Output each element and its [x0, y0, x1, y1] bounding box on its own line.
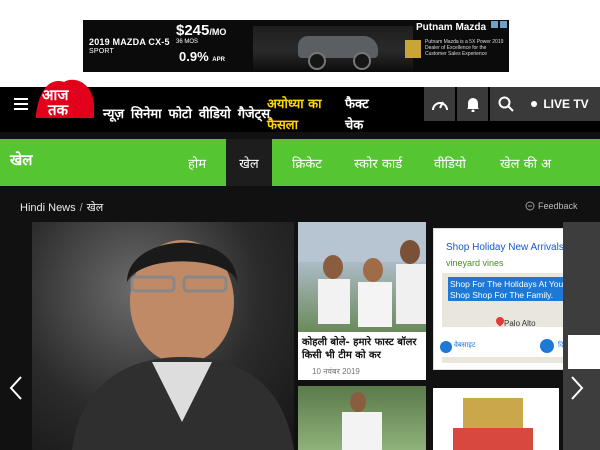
ad-dealer-sub: Putnam Mazda is a 5X Power 2019 Dealer o… [425, 39, 504, 57]
ad-price: $245/MO 36 MOS [176, 22, 227, 45]
nav-links: न्यूज़ सिनेमा फोटो वीडियो गैजेट्स [103, 104, 270, 122]
news-card-3-image[interactable] [433, 388, 559, 450]
nav-ayodhya[interactable]: अयोध्या का फैसला [267, 94, 337, 136]
directions-icon[interactable] [540, 339, 554, 353]
mazda-ad-banner[interactable]: 2019 MAZDA CX-5 SPORT $245/MO 36 MOS 0.9… [83, 20, 509, 72]
ad-dealer: Putnam Mazda [416, 22, 487, 33]
news-card-2-image[interactable] [298, 386, 426, 450]
tab-scorecard[interactable]: स्कोर कार्ड [354, 139, 402, 186]
ad-model: 2019 MAZDA CX-5 SPORT [89, 37, 170, 55]
website-button[interactable]: वेबसाइट [454, 341, 475, 350]
tab-home[interactable]: होम [188, 139, 206, 186]
breadcrumb-current: खेल [86, 202, 104, 214]
card-title[interactable]: कोहली बोले- हमारे फास्ट बॉलर किसी भी टीम… [302, 336, 424, 362]
nav-fact-check[interactable]: फैक्ट चेक [345, 94, 385, 136]
award-badge-icon [405, 40, 421, 58]
card-image [298, 222, 426, 332]
aajtak-logo[interactable]: आज तक [34, 74, 96, 120]
tab-sports[interactable]: खेल [226, 139, 272, 186]
section-title: खेल [10, 151, 33, 169]
ad-choices[interactable] [491, 21, 507, 28]
trophy-base [453, 428, 533, 450]
globe-icon[interactable] [440, 341, 452, 353]
google-ad-box[interactable]: Shop For The Holidays At Your Shop Shop … [448, 277, 566, 301]
google-ad-title[interactable]: Shop Holiday New Arrivals [446, 242, 564, 253]
news-card[interactable]: कोहली बोले- हमारे फास्ट बॉलर किसी भी टीम… [298, 222, 426, 380]
google-ad[interactable]: Shop Holiday New Arrivals vineyard vines… [433, 228, 567, 370]
feedback-button[interactable]: Feedback [525, 201, 578, 211]
tab-cricket[interactable]: क्रिकेट [292, 139, 322, 186]
nav-cinema[interactable]: सिनेमा [131, 104, 162, 122]
breadcrumb: Hindi News / खेल [20, 202, 104, 214]
ad-apr: 0.9% APR [179, 49, 225, 64]
ad-close-icon[interactable] [500, 21, 507, 28]
card-date: 10 नवंबर 2019 [312, 367, 360, 376]
nav-news[interactable]: न्यूज़ [103, 104, 124, 122]
menu-icon[interactable] [14, 98, 28, 110]
search-icon[interactable] [490, 87, 521, 121]
bell-icon[interactable] [457, 87, 488, 121]
tab-more[interactable]: खेल की अ [500, 139, 551, 186]
live-dot-icon [531, 101, 538, 107]
carousel-prev-icon[interactable] [4, 373, 28, 403]
hero-image[interactable] [32, 222, 294, 450]
speedometer-icon[interactable] [424, 87, 455, 121]
carousel-next-icon[interactable] [565, 373, 589, 403]
ad-info-icon[interactable] [491, 21, 498, 28]
breadcrumb-home[interactable]: Hindi News [20, 202, 76, 214]
live-tv-button[interactable]: LIVE TV [520, 87, 600, 121]
nav-video[interactable]: वीडियो [199, 104, 231, 122]
next-slide-card [568, 335, 600, 369]
car-image [253, 26, 413, 70]
nav-gadgets[interactable]: गैजेट्स [238, 104, 270, 122]
feedback-icon [525, 201, 535, 211]
google-ad-url[interactable]: vineyard vines [446, 258, 504, 268]
svg-text:तक: तक [47, 101, 70, 119]
nav-photo[interactable]: फोटो [169, 104, 192, 122]
tab-video[interactable]: वीडियो [434, 139, 466, 186]
